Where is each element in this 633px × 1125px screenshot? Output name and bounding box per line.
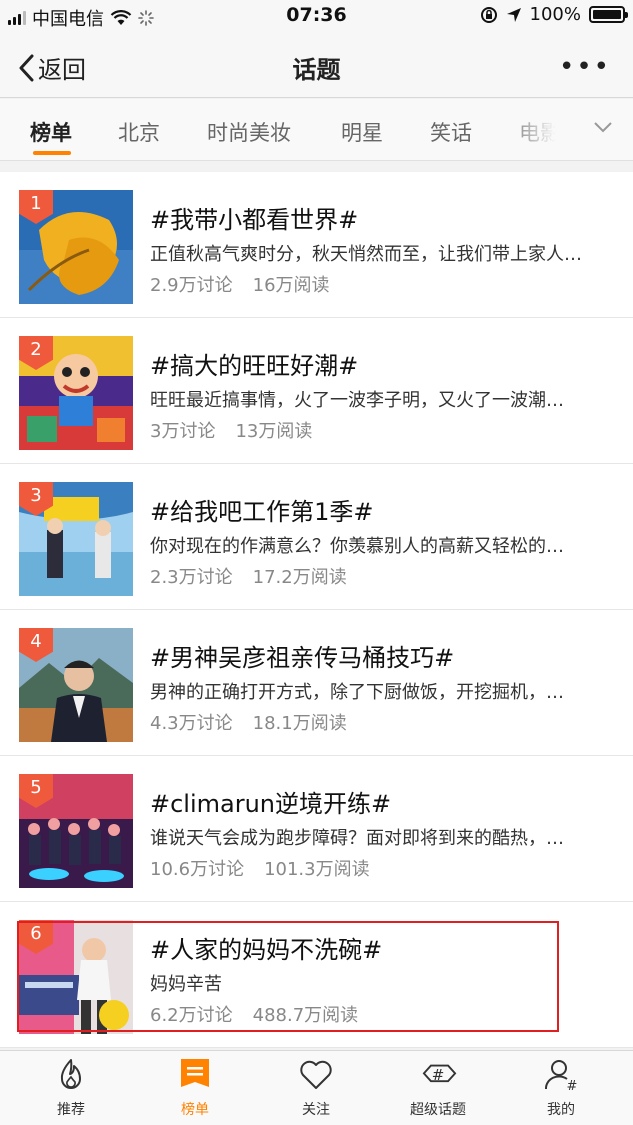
tab-ranking[interactable]: 榜单 [30,117,72,147]
tabbar-item-follow[interactable]: 关注 [271,1057,361,1119]
topic-stats: 2.3万讨论 17.2万阅读 [150,563,347,589]
tabbar-item-recommend[interactable]: 推荐 [26,1057,116,1119]
topic-row[interactable]: 4 #男神吴彦祖亲传马桶技巧# 男神的正确打开方式，除了下厨做饭，开挖掘机，… … [0,610,633,756]
category-tabs: 榜单 北京 时尚美妆 明星 笑话 电影 [0,99,633,161]
bottom-tab-bar: 推荐 榜单 关注 # 超级话题 # 我的 [0,1050,633,1125]
topic-description: 正值秋高气爽时分，秋天悄然而至，让我们带上家人… [150,244,582,265]
discuss-count: 10.6万讨论 [150,859,245,880]
battery-percent: 100% [529,4,581,25]
topic-stats: 10.6万讨论 101.3万阅读 [150,855,370,881]
topic-title: #我带小都看世界# [150,206,359,234]
discuss-count: 3万讨论 [150,421,216,442]
heart-icon [300,1060,332,1089]
topic-title: #搞大的旺旺好潮# [150,352,359,380]
location-icon [506,7,521,22]
tab-beijing[interactable]: 北京 [118,117,160,147]
tab-fashion-beauty[interactable]: 时尚美妆 [207,117,291,147]
topic-row[interactable]: 6 #人家的妈妈不洗碗# 妈妈辛苦 6.2万讨论 488.7万阅读 [0,902,633,1048]
topic-description: 妈妈辛苦 [150,974,222,995]
topic-thumbnail: 3 [19,482,133,596]
flame-icon [60,1059,81,1089]
read-count: 18.1万阅读 [252,713,347,734]
topic-description: 谁说天气会成为跑步障碍？面对即将到来的酷热，… [150,828,564,849]
tabbar-item-me[interactable]: # 我的 [516,1057,606,1119]
discuss-count: 4.3万讨论 [150,713,233,734]
topic-row[interactable]: 2 #搞大的旺旺好潮# 旺旺最近搞事情，火了一波李子明，又火了一波潮… 3万讨论… [0,318,633,464]
topic-thumbnail: 4 [19,628,133,742]
more-icon[interactable]: ••• [559,52,611,82]
svg-text:#: # [432,1066,445,1084]
topic-list: 1 #我带小都看世界# 正值秋高气爽时分，秋天悄然而至，让我们带上家人… 2.9… [0,172,633,1048]
topic-description: 男神的正确打开方式，除了下厨做饭，开挖掘机，… [150,682,564,703]
topic-thumbnail: 2 [19,336,133,450]
chevron-down-icon[interactable] [593,117,613,137]
discuss-count: 2.9万讨论 [150,275,233,296]
status-right: 100% [480,4,628,25]
topic-stats: 3万讨论 13万阅读 [150,417,312,443]
topic-thumbnail: 1 [19,190,133,304]
ranking-icon [181,1059,209,1087]
super-topic-icon: # [422,1064,457,1084]
read-count: 101.3万阅读 [264,859,370,880]
page-title: 话题 [292,56,341,84]
tabbar-label: 关注 [302,1102,330,1118]
topic-row[interactable]: 3 #给我吧工作第1季# 你对现在的作满意么？你羡慕别人的高薪又轻松的… 2.3… [0,464,633,610]
tabbar-label: 超级话题 [410,1102,466,1118]
topic-row[interactable]: 5 #climarun逆境开练# 谁说天气会成为跑步障碍？面对即将到来的酷热，…… [0,756,633,902]
topic-stats: 4.3万讨论 18.1万阅读 [150,709,347,735]
read-count: 16万阅读 [252,275,330,296]
topic-thumbnail: 5 [19,774,133,888]
tabbar-item-super-topic[interactable]: # 超级话题 [393,1057,483,1119]
topic-thumbnail: 6 [19,920,133,1034]
svg-text:#: # [567,1079,578,1093]
tabbar-item-ranking[interactable]: 榜单 [150,1057,240,1119]
tab-celebrity[interactable]: 明星 [341,117,383,147]
tabbar-label: 榜单 [181,1102,209,1118]
topic-stats: 6.2万讨论 488.7万阅读 [150,1001,358,1027]
discuss-count: 2.3万讨论 [150,567,233,588]
topic-description: 旺旺最近搞事情，火了一波李子明，又火了一波潮… [150,390,564,411]
navigation-bar: 返回 话题 ••• [0,34,633,98]
rotation-lock-icon [480,6,497,23]
tab-jokes[interactable]: 笑话 [430,117,472,147]
read-count: 488.7万阅读 [252,1005,359,1026]
tabbar-label: 我的 [547,1102,575,1118]
topic-title: #climarun逆境开练# [150,790,392,818]
read-count: 13万阅读 [235,421,313,442]
topic-title: #男神吴彦祖亲传马桶技巧# [150,644,455,672]
topic-title: #人家的妈妈不洗碗# [150,936,383,964]
battery-icon [589,6,628,23]
profile-icon: # [544,1060,578,1093]
discuss-count: 6.2万讨论 [150,1005,233,1026]
status-bar: 中国电信 07:36 100% [0,0,633,34]
topic-title: #给我吧工作第1季# [150,498,374,526]
read-count: 17.2万阅读 [252,567,347,588]
topic-description: 你对现在的作满意么？你羡慕别人的高薪又轻松的… [150,536,564,557]
topic-row[interactable]: 1 #我带小都看世界# 正值秋高气爽时分，秋天悄然而至，让我们带上家人… 2.9… [0,172,633,318]
topic-stats: 2.9万讨论 16万阅读 [150,271,330,297]
tabbar-label: 推荐 [57,1102,85,1118]
active-tab-indicator [33,151,71,155]
